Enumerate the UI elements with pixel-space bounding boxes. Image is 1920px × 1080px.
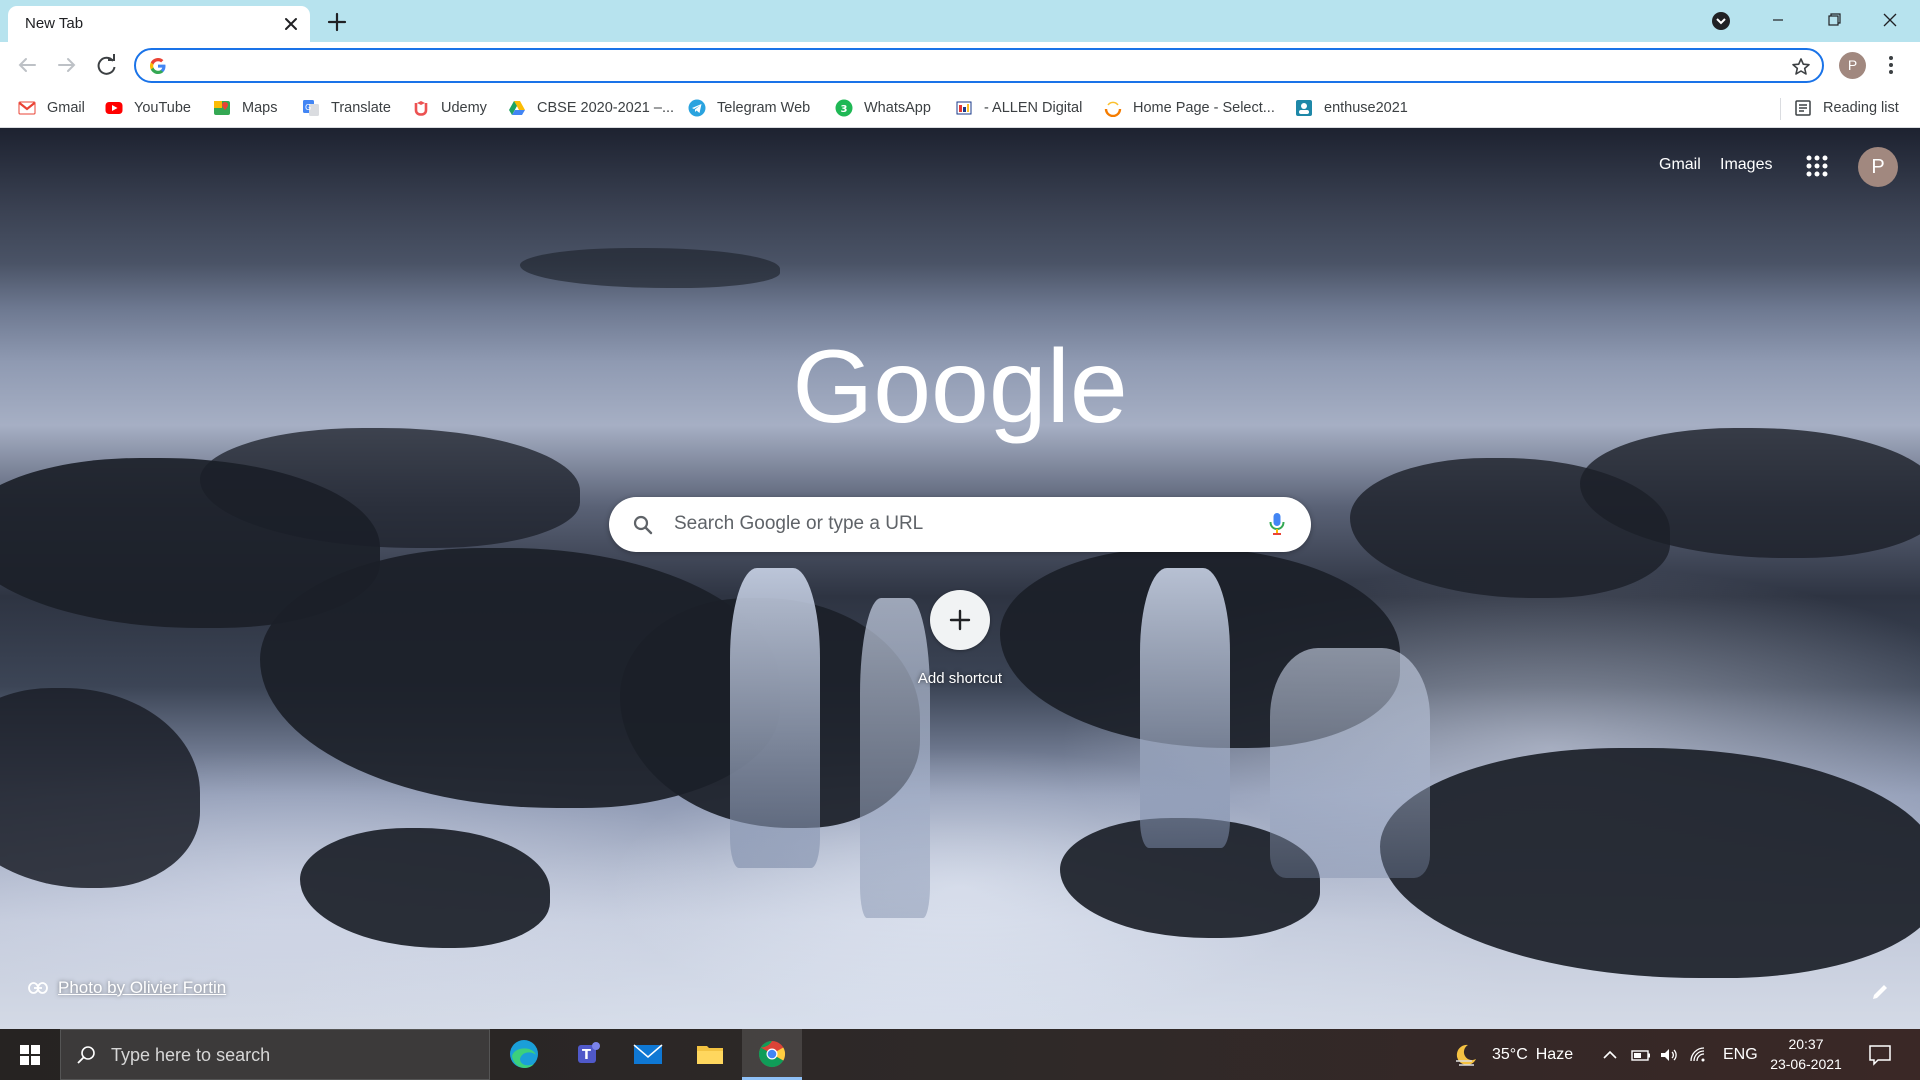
weather-widget[interactable]: 35°C Haze (1452, 1029, 1573, 1080)
file-explorer-icon[interactable] (680, 1029, 740, 1080)
images-link[interactable]: Images (1720, 156, 1772, 174)
close-tab-icon[interactable] (280, 13, 302, 35)
bookmark-gmail[interactable]: Gmail (14, 94, 89, 122)
new-tab-plus-icon[interactable] (324, 9, 350, 35)
bookmark-enthuse[interactable]: enthuse2021 (1291, 94, 1412, 122)
telegram-icon (688, 99, 706, 117)
enthuse-icon (1296, 100, 1312, 116)
add-shortcut-button[interactable] (930, 590, 990, 650)
taskbar-search-placeholder: Type here to search (111, 1045, 271, 1065)
clock[interactable]: 20:37 23-06-2021 (1756, 1034, 1856, 1074)
language-indicator[interactable]: ENG (1723, 1029, 1758, 1080)
photo-credit-text: Photo by Olivier Fortin (58, 978, 227, 997)
reading-list-button[interactable]: Reading list (1790, 94, 1903, 122)
plus-icon (949, 609, 971, 631)
bookmark-telegram[interactable]: Telegram Web (684, 94, 814, 122)
mail-icon[interactable] (618, 1029, 678, 1080)
toolbar: P (0, 42, 1920, 88)
svg-text:3: 3 (841, 104, 848, 115)
weather-temp: 35°C (1492, 1045, 1528, 1063)
translate-icon: G (303, 100, 319, 116)
bookmarks-divider (1780, 98, 1781, 120)
microphone-icon[interactable] (1267, 511, 1287, 537)
moon-haze-icon (1456, 1044, 1476, 1066)
minimize-icon[interactable] (1750, 0, 1806, 40)
youtube-icon (105, 102, 123, 114)
tab-strip: New Tab (0, 0, 1920, 42)
add-shortcut-label: Add shortcut (917, 670, 1003, 687)
ntp-search-input[interactable] (674, 511, 1234, 537)
bookmark-maps[interactable]: Maps (209, 94, 281, 122)
pencil-customize-icon[interactable] (1868, 980, 1892, 1004)
taskbar-search-box[interactable]: Type here to search (60, 1029, 490, 1080)
gmail-icon (18, 101, 36, 115)
svg-text:T: T (582, 1048, 591, 1063)
battery-icon[interactable] (1630, 1029, 1652, 1080)
ntp-search-box[interactable] (609, 497, 1311, 552)
tab-title: New Tab (25, 15, 84, 32)
volume-icon[interactable] (1658, 1029, 1680, 1080)
profile-avatar[interactable]: P (1839, 52, 1866, 79)
add-shortcut-tile[interactable]: Add shortcut (900, 590, 1020, 700)
svg-text:G: G (305, 103, 311, 112)
tab-new-tab[interactable]: New Tab (8, 6, 310, 42)
taskbar: Type here to search T 35°C Haze ENG 20:3… (0, 1029, 1920, 1080)
weather-condition: Haze (1535, 1045, 1574, 1063)
wifi-icon[interactable] (1688, 1029, 1710, 1080)
reload-icon[interactable] (91, 49, 123, 81)
bookmark-allen[interactable]: - ALLEN Digital (951, 94, 1086, 122)
gmail-link[interactable]: Gmail (1659, 156, 1701, 174)
google-logo: Google (792, 329, 1127, 445)
chevron-up-icon[interactable] (1600, 1029, 1620, 1080)
kebab-menu-icon[interactable] (1878, 52, 1904, 78)
clock-time: 20:37 (1788, 1036, 1824, 1052)
teams-icon[interactable]: T (556, 1029, 616, 1080)
address-bar[interactable] (134, 48, 1824, 83)
google-apps-grid-icon[interactable] (1803, 152, 1831, 180)
notifications-icon[interactable] (1866, 1041, 1894, 1069)
account-avatar[interactable]: P (1858, 147, 1898, 187)
chrome-icon[interactable] (742, 1029, 802, 1080)
back-arrow-icon[interactable] (11, 49, 43, 81)
address-input[interactable] (178, 55, 1738, 77)
windows-start-icon[interactable] (0, 1029, 60, 1080)
edge-icon[interactable] (494, 1029, 554, 1080)
udemy-icon (414, 101, 428, 116)
new-tab-page: Gmail Images P Google Add shortcut Photo… (0, 128, 1920, 1029)
maps-icon (214, 101, 230, 115)
taskbar-search-icon (75, 1044, 97, 1066)
bookmark-youtube[interactable]: YouTube (101, 94, 195, 122)
bookmarks-bar: Gmail YouTube Maps G Translate Udemy CBS… (0, 88, 1920, 128)
whatsapp-icon: 3 (835, 99, 853, 117)
search-icon (631, 513, 655, 537)
forward-arrow-icon[interactable] (51, 49, 83, 81)
restore-icon[interactable] (1806, 0, 1862, 40)
bookmark-udemy[interactable]: Udemy (408, 94, 491, 122)
clock-date: 23-06-2021 (1770, 1056, 1842, 1072)
tab-search-icon[interactable] (1709, 9, 1733, 33)
close-window-icon[interactable] (1862, 0, 1918, 40)
bookmark-home-page[interactable]: Home Page - Select... (1100, 94, 1279, 122)
google-g-icon (149, 57, 167, 75)
reading-list-icon (1795, 100, 1811, 116)
allen-icon (956, 101, 972, 115)
photo-credit-link[interactable]: Photo by Olivier Fortin (28, 978, 226, 998)
link-icon (28, 982, 48, 994)
svg-text:Google: Google (792, 329, 1127, 445)
bookmark-cbse[interactable]: CBSE 2020-2021 –... (504, 94, 678, 122)
homepage-icon (1104, 101, 1122, 117)
bookmark-translate[interactable]: G Translate (298, 94, 395, 122)
drive-icon (509, 101, 525, 115)
bookmark-star-icon[interactable] (1790, 56, 1812, 78)
bookmark-whatsapp[interactable]: 3 WhatsApp (831, 94, 935, 122)
